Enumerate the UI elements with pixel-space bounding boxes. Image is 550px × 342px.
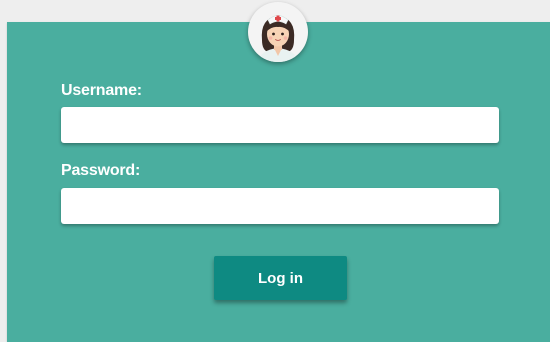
login-button[interactable]: Log in xyxy=(214,256,347,300)
username-label: Username: xyxy=(61,82,142,99)
password-label: Password: xyxy=(61,162,141,179)
password-input[interactable] xyxy=(61,188,499,224)
nurse-avatar-icon xyxy=(248,2,308,62)
username-input[interactable] xyxy=(61,107,499,143)
